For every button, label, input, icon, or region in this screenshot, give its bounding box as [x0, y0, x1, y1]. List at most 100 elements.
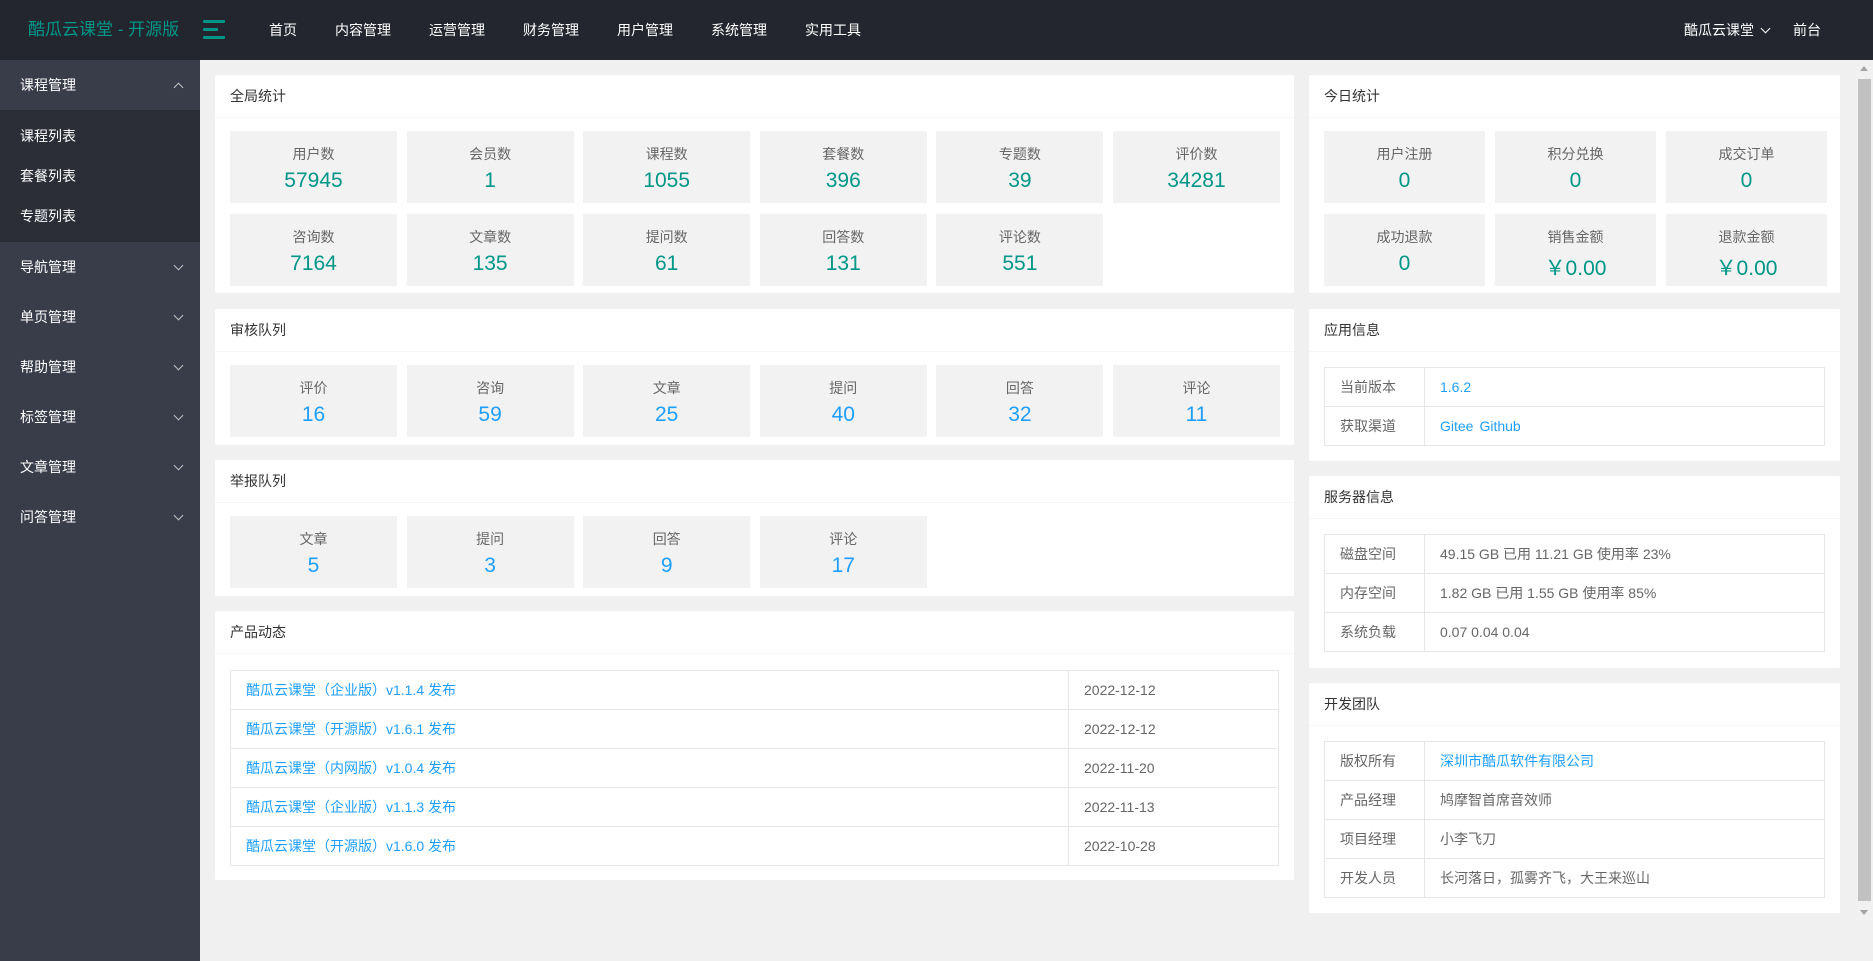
table-row: 开发人员 长河落日，孤雾齐飞，大王来巡山 — [1324, 858, 1825, 898]
stat-label: 套餐数 — [822, 146, 865, 162]
stat-card[interactable]: 评论 17 — [759, 516, 927, 588]
stat-card[interactable]: 专题数 39 — [936, 131, 1104, 203]
news-link[interactable]: 酷瓜云课堂（企业版）v1.1.4 发布 — [246, 682, 456, 698]
gitee-link[interactable]: Gitee — [1440, 418, 1473, 434]
stat-label: 评价数 — [1175, 146, 1218, 162]
stat-card[interactable]: 成交订单 0 — [1666, 131, 1827, 203]
table-row: 系统负载 0.07 0.04 0.04 — [1324, 612, 1825, 652]
stat-card[interactable]: 提问 40 — [759, 365, 927, 437]
info-label: 磁盘空间 — [1324, 534, 1425, 574]
stat-card[interactable]: 文章 5 — [230, 516, 397, 588]
scroll-down-arrow-icon[interactable] — [1856, 904, 1873, 921]
today-stats-panel: 今日统计 用户注册 0 积分兑换 0 成交订单 0 成功退款 0 销售金额 ￥0.00 退… — [1309, 75, 1840, 293]
stat-card[interactable]: 退款金额 ￥0.00 — [1666, 214, 1827, 286]
scrollbar-thumb[interactable] — [1858, 79, 1871, 901]
stat-card[interactable]: 用户注册 0 — [1324, 131, 1485, 203]
vertical-scrollbar[interactable] — [1856, 60, 1873, 921]
stat-card[interactable]: 咨询数 7164 — [230, 214, 397, 286]
audit-queue-grid: 评价 16 咨询 59 文章 25 提问 40 回答 32 评论 11 — [230, 365, 1280, 437]
sidebar-group-label: 课程管理 — [20, 77, 76, 93]
chevron-down-icon — [173, 410, 184, 421]
scroll-up-arrow-icon[interactable] — [1856, 60, 1873, 77]
info-value: 鸠摩智首席音效师 — [1424, 780, 1825, 820]
stat-value: 9 — [660, 554, 673, 577]
info-value: 深圳市酷瓜软件有限公司 — [1424, 741, 1825, 781]
stat-value: 0 — [1740, 169, 1753, 192]
news-link[interactable]: 酷瓜云课堂（开源版）v1.6.1 发布 — [246, 721, 456, 737]
news-date: 2022-11-13 — [1068, 787, 1279, 827]
panel-title: 服务器信息 — [1309, 476, 1840, 519]
github-link[interactable]: Github — [1479, 418, 1520, 434]
stat-value: 131 — [825, 252, 861, 275]
stat-value: ￥0.00 — [1544, 257, 1607, 280]
audit-queue-panel: 审核队列 评价 16 咨询 59 文章 25 提问 40 回答 32 评论 11 — [215, 309, 1294, 445]
sidebar-item-topic-list[interactable]: 专题列表 — [0, 196, 200, 236]
version-link[interactable]: 1.6.2 — [1440, 379, 1471, 395]
chevron-down-icon — [173, 510, 184, 521]
sidebar-group-nav[interactable]: 导航管理 — [0, 242, 200, 292]
stat-card[interactable]: 成功退款 0 — [1324, 214, 1485, 286]
sidebar-group-tag[interactable]: 标签管理 — [0, 392, 200, 442]
sidebar-group-qa[interactable]: 问答管理 — [0, 492, 200, 542]
top-nav-operation[interactable]: 运营管理 — [410, 0, 504, 60]
stat-card[interactable]: 会员数 1 — [406, 131, 574, 203]
sidebar-group-article[interactable]: 文章管理 — [0, 442, 200, 492]
stat-card[interactable]: 课程数 1055 — [583, 131, 751, 203]
stat-label: 评论 — [1182, 380, 1211, 396]
sidebar-group-course[interactable]: 课程管理 — [0, 60, 200, 110]
sidebar-group-page[interactable]: 单页管理 — [0, 292, 200, 342]
sidebar-item-package-list[interactable]: 套餐列表 — [0, 156, 200, 196]
top-nav-content[interactable]: 内容管理 — [316, 0, 410, 60]
stat-card[interactable]: 回答数 131 — [759, 214, 927, 286]
news-link[interactable]: 酷瓜云课堂（企业版）v1.1.3 发布 — [246, 799, 456, 815]
stat-value: 57945 — [284, 169, 343, 192]
chevron-down-icon — [173, 460, 184, 471]
stat-card[interactable]: 积分兑换 0 — [1495, 131, 1656, 203]
stat-card[interactable]: 套餐数 396 — [759, 131, 927, 203]
company-link[interactable]: 深圳市酷瓜软件有限公司 — [1440, 753, 1594, 769]
info-value: 1.6.2 — [1424, 367, 1825, 407]
stat-card[interactable]: 提问 3 — [406, 516, 574, 588]
table-row: 酷瓜云课堂（开源版）v1.6.0 发布 2022-10-28 — [230, 826, 1279, 866]
news-title-cell: 酷瓜云课堂（内网版）v1.0.4 发布 — [230, 748, 1069, 788]
sidebar-item-course-list[interactable]: 课程列表 — [0, 116, 200, 156]
info-label: 版权所有 — [1324, 741, 1425, 781]
stat-label: 用户数 — [292, 146, 335, 162]
news-link[interactable]: 酷瓜云课堂（开源版）v1.6.0 发布 — [246, 838, 456, 854]
stat-card[interactable]: 回答 32 — [936, 365, 1104, 437]
stat-card[interactable]: 用户数 57945 — [230, 131, 397, 203]
stat-card[interactable]: 评论 11 — [1112, 365, 1280, 437]
news-link[interactable]: 酷瓜云课堂（内网版）v1.0.4 发布 — [246, 760, 456, 776]
stat-card[interactable]: 评论数 551 — [936, 214, 1104, 286]
stat-card[interactable]: 评价数 34281 — [1112, 131, 1280, 203]
top-nav-user[interactable]: 用户管理 — [598, 0, 692, 60]
table-row: 酷瓜云课堂（企业版）v1.1.4 发布 2022-12-12 — [230, 670, 1279, 710]
chevron-down-icon — [173, 360, 184, 371]
sidebar-toggle-icon[interactable] — [203, 20, 225, 40]
stat-card[interactable]: 文章 25 — [583, 365, 751, 437]
front-link[interactable]: 前台 — [1781, 0, 1833, 60]
stat-card[interactable]: 回答 9 — [583, 516, 751, 588]
sidebar-group-label: 文章管理 — [20, 459, 76, 475]
stat-card[interactable]: 销售金额 ￥0.00 — [1495, 214, 1656, 286]
table-row: 酷瓜云课堂（企业版）v1.1.3 发布 2022-11-13 — [230, 787, 1279, 827]
stat-card[interactable]: 文章数 135 — [406, 214, 574, 286]
top-nav-system[interactable]: 系统管理 — [692, 0, 786, 60]
top-nav-finance[interactable]: 财务管理 — [504, 0, 598, 60]
stat-label: 评论数 — [998, 229, 1041, 245]
dev-team-panel: 开发团队 版权所有 深圳市酷瓜软件有限公司 产品经理 鸠摩智首席音效师 项目经理 小李… — [1309, 683, 1840, 913]
stat-card[interactable]: 评价 16 — [230, 365, 397, 437]
stat-card[interactable]: 提问数 61 — [583, 214, 751, 286]
stat-card[interactable]: 咨询 59 — [406, 365, 574, 437]
brand-logo-text[interactable]: 酷瓜云课堂 - 开源版 — [28, 0, 179, 60]
news-title-cell: 酷瓜云课堂（开源版）v1.6.0 发布 — [230, 826, 1069, 866]
sidebar-group-help[interactable]: 帮助管理 — [0, 342, 200, 392]
top-nav-tools[interactable]: 实用工具 — [786, 0, 880, 60]
table-row: 版权所有 深圳市酷瓜软件有限公司 — [1324, 741, 1825, 781]
panel-title: 举报队列 — [215, 460, 1294, 503]
server-info-panel: 服务器信息 磁盘空间 49.15 GB 已用 11.21 GB 使用率 23% 内… — [1309, 476, 1840, 668]
user-menu[interactable]: 酷瓜云课堂 — [1672, 0, 1781, 60]
stat-value: 61 — [655, 252, 679, 275]
stat-value: 40 — [831, 403, 855, 426]
top-nav-home[interactable]: 首页 — [250, 0, 316, 60]
